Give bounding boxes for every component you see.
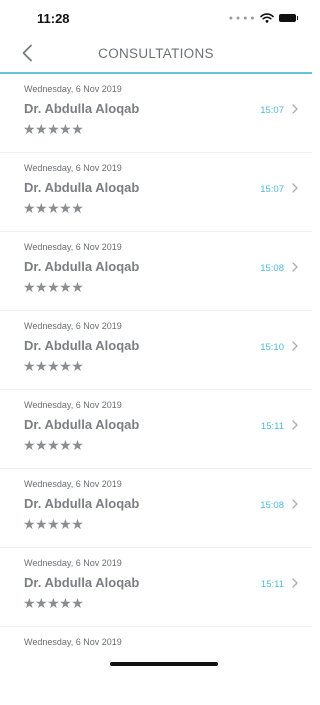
- consultation-time: 15:07: [260, 184, 284, 195]
- consultation-date: Wednesday, 6 Nov 2019: [24, 479, 122, 489]
- consultation-date: Wednesday, 6 Nov 2019: [24, 400, 122, 410]
- consultation-time: 15:11: [260, 579, 284, 590]
- star-rating: ★★★★★: [23, 516, 84, 532]
- consultation-time: 15:08: [260, 263, 284, 274]
- consultation-row[interactable]: Wednesday, 6 Nov 2019 Dr. Abdulla Aloqab…: [0, 311, 312, 390]
- star-rating: ★★★★★: [23, 279, 84, 295]
- consultation-time: 15:07: [260, 105, 284, 116]
- consultation-row[interactable]: Wednesday, 6 Nov 2019 Dr. Abdulla Aloqab…: [0, 74, 312, 153]
- consultation-row[interactable]: Wednesday, 6 Nov 2019 Dr. Abdulla Aloqab…: [0, 548, 312, 627]
- doctor-name: Dr. Abdulla Aloqab: [24, 259, 140, 274]
- chevron-right-icon: [292, 578, 298, 588]
- consultation-time: 15:10: [260, 342, 284, 353]
- star-rating: ★★★★★: [23, 200, 84, 216]
- consultation-time: 15:08: [260, 500, 284, 511]
- home-indicator: [110, 662, 218, 666]
- status-icons: ● ● ● ●: [228, 13, 298, 23]
- doctor-name: Dr. Abdulla Aloqab: [24, 180, 140, 195]
- consultation-row[interactable]: Wednesday, 6 Nov 2019 Dr. Abdulla Aloqab…: [0, 390, 312, 469]
- star-rating: ★★★★★: [23, 437, 84, 453]
- star-rating: ★★★★★: [23, 595, 84, 611]
- consultation-date: Wednesday, 6 Nov 2019: [24, 242, 122, 252]
- chevron-right-icon: [292, 262, 298, 272]
- star-rating: ★★★★★: [23, 358, 84, 374]
- consultation-date: Wednesday, 6 Nov 2019: [24, 321, 122, 331]
- doctor-name: Dr. Abdulla Aloqab: [24, 338, 140, 353]
- nav-bar: CONSULTATIONS: [0, 36, 312, 74]
- cellular-signal-icon: ● ● ● ●: [228, 14, 255, 22]
- consultation-row[interactable]: Wednesday, 6 Nov 2019 Dr. Abdulla Aloqab…: [0, 153, 312, 232]
- chevron-right-icon: [292, 420, 298, 430]
- consultation-date: Wednesday, 6 Nov 2019: [24, 163, 122, 173]
- doctor-name: Dr. Abdulla Aloqab: [24, 417, 140, 432]
- battery-icon: [279, 14, 298, 22]
- consultation-row[interactable]: Wednesday, 6 Nov 2019: [0, 627, 312, 705]
- wifi-icon: [260, 13, 274, 23]
- star-rating: ★★★★★: [23, 121, 84, 137]
- consultation-row[interactable]: Wednesday, 6 Nov 2019 Dr. Abdulla Aloqab…: [0, 232, 312, 311]
- chevron-right-icon: [292, 341, 298, 351]
- consultation-list: Wednesday, 6 Nov 2019 Dr. Abdulla Aloqab…: [0, 74, 312, 705]
- consultation-time: 15:11: [260, 421, 284, 432]
- chevron-right-icon: [292, 104, 298, 114]
- chevron-right-icon: [292, 183, 298, 193]
- consultation-row[interactable]: Wednesday, 6 Nov 2019 Dr. Abdulla Aloqab…: [0, 469, 312, 548]
- status-time: 11:28: [37, 11, 70, 26]
- doctor-name: Dr. Abdulla Aloqab: [24, 496, 140, 511]
- page-title: CONSULTATIONS: [98, 46, 214, 61]
- chevron-right-icon: [292, 499, 298, 509]
- status-bar: 11:28 ● ● ● ●: [0, 0, 312, 36]
- doctor-name: Dr. Abdulla Aloqab: [24, 575, 140, 590]
- doctor-name: Dr. Abdulla Aloqab: [24, 101, 140, 116]
- consultation-date: Wednesday, 6 Nov 2019: [24, 558, 122, 568]
- consultation-date: Wednesday, 6 Nov 2019: [24, 84, 122, 94]
- consultation-date: Wednesday, 6 Nov 2019: [24, 637, 122, 647]
